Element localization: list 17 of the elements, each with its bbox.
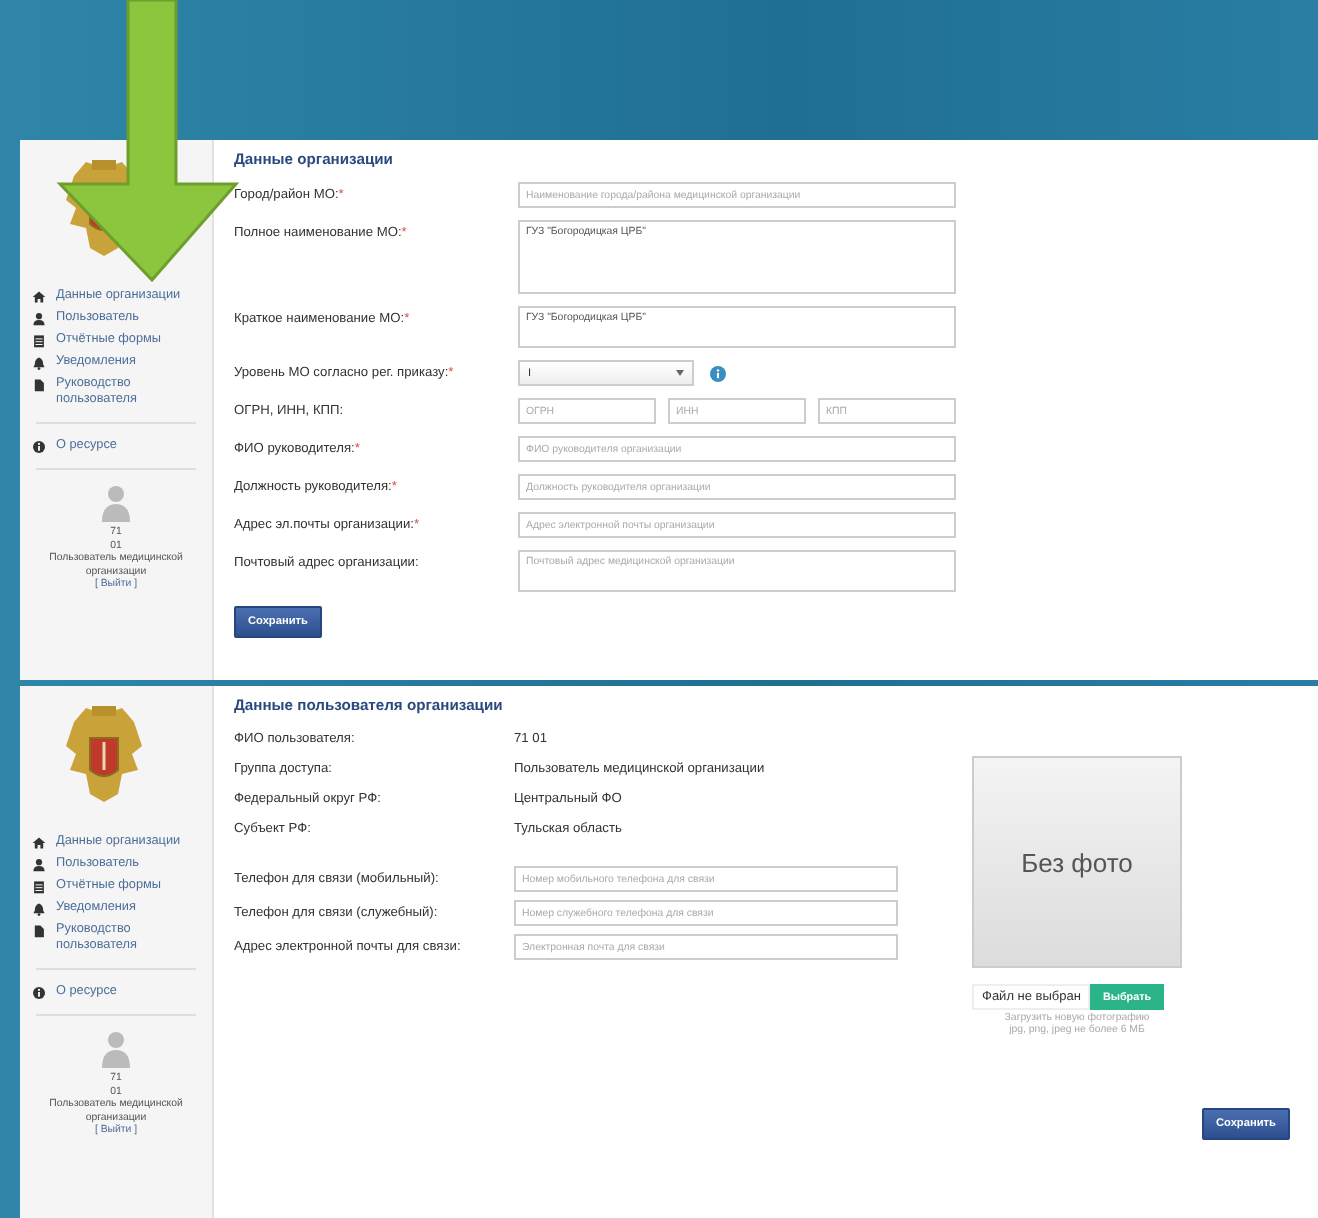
- avatar-icon: [100, 484, 132, 524]
- emblem-icon: [62, 702, 146, 806]
- file-icon: [32, 923, 46, 937]
- bell-icon: [32, 901, 46, 915]
- file-icon: [32, 377, 46, 391]
- photo-field[interactable]: Без фото: [972, 756, 1182, 968]
- table-icon: [32, 333, 46, 347]
- bell-icon: [32, 355, 46, 369]
- info-icon[interactable]: [710, 365, 726, 381]
- table-icon: [32, 879, 46, 893]
- avatar-icon: [100, 1030, 132, 1070]
- home-icon: [32, 835, 46, 849]
- info-icon: [32, 985, 46, 999]
- info-icon: [32, 439, 46, 453]
- user-icon: [32, 857, 46, 871]
- home-icon: [32, 289, 46, 303]
- user-icon: [32, 311, 46, 325]
